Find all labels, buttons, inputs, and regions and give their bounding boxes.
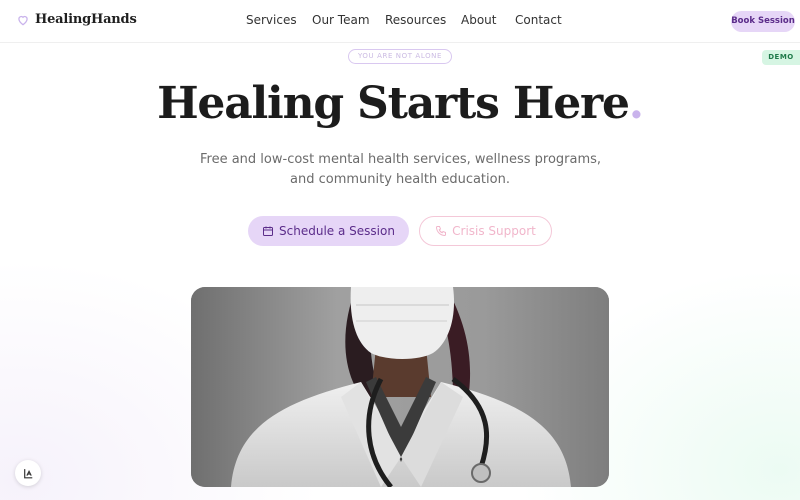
headline-accent-dot: . [628, 78, 644, 129]
hero-headline-text: Healing Starts Here [157, 78, 630, 129]
nav-link-our-team[interactable]: Our Team [312, 13, 370, 27]
hero-eyebrow: YOU ARE NOT ALONE [348, 49, 452, 64]
crisis-support-label: Crisis Support [452, 224, 536, 238]
nav-link-resources[interactable]: Resources [385, 13, 446, 27]
hero-image [191, 287, 609, 487]
schedule-session-label: Schedule a Session [279, 224, 395, 238]
book-session-button[interactable]: Book Session [731, 11, 795, 32]
doctor-illustration [191, 287, 609, 487]
schedule-session-button[interactable]: Schedule a Session [248, 216, 409, 246]
nav-link-contact[interactable]: Contact [515, 13, 562, 27]
accessibility-widget-button[interactable] [15, 460, 41, 486]
hero-subtitle: Free and low-cost mental health services… [200, 150, 602, 190]
hero-subtitle-line-1: Free and low-cost mental health services… [200, 152, 602, 167]
calendar-icon [263, 226, 274, 236]
nav-link-services[interactable]: Services [246, 13, 297, 27]
phone-icon [436, 226, 447, 237]
hero-subtitle-line-2: and community health education. [290, 172, 510, 187]
top-nav: HealingHands Services Our Team Resources… [0, 0, 800, 43]
hero-headline: Healing Starts Here. [0, 78, 800, 129]
nav-links: Services Our Team Resources About Contac… [0, 13, 800, 29]
crisis-support-button[interactable]: Crisis Support [419, 216, 552, 246]
nav-link-about[interactable]: About [461, 13, 496, 27]
demo-badge: DEMO [762, 50, 800, 65]
accessibility-icon [23, 468, 32, 478]
